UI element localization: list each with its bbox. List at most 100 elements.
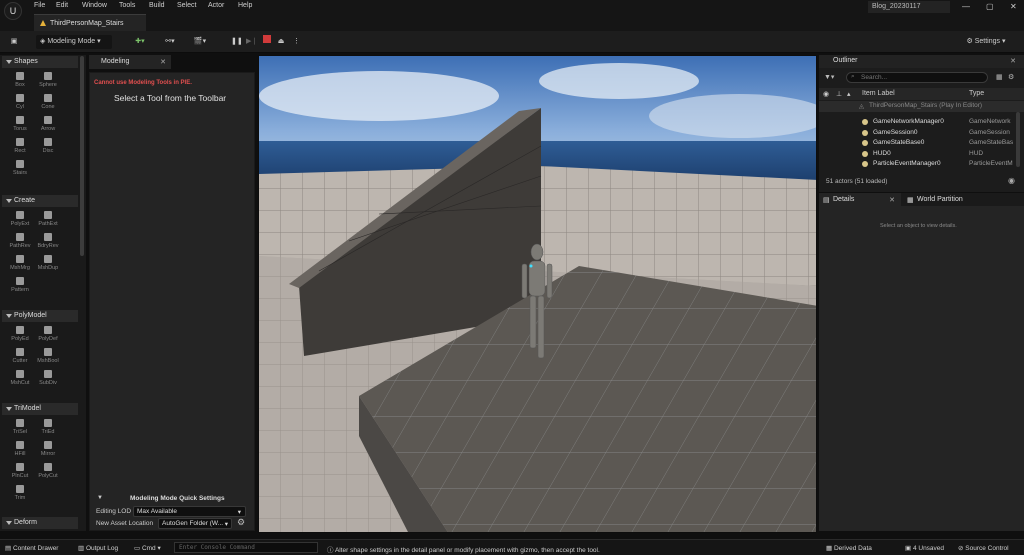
menu-window[interactable]: Window (82, 2, 107, 9)
menu-build[interactable]: Build (149, 2, 165, 9)
step-icon[interactable]: ▶❘ (246, 35, 257, 49)
tool-plncut[interactable]: PlnCut (5, 463, 35, 485)
tool-rect[interactable]: Rect (5, 138, 35, 160)
tab-outliner[interactable]: Outliner ✕ (819, 55, 1024, 68)
tab-modeling[interactable]: Modeling ✕ (89, 55, 171, 69)
outliner-row[interactable]: HUD0 HUD (819, 149, 1024, 159)
cmd-dropdown[interactable]: ▭ Cmd ▾ (134, 544, 161, 552)
collapse-icon[interactable]: ▼ (97, 495, 103, 501)
menu-edit[interactable]: Edit (56, 2, 68, 9)
search-placeholder: Search... (861, 74, 888, 81)
tool-trisel[interactable]: TriSel (5, 419, 35, 441)
save-icon[interactable]: ▣ (8, 35, 20, 49)
menu-tools[interactable]: Tools (119, 2, 135, 9)
palette-scrollbar[interactable] (80, 56, 84, 256)
section-trimodel[interactable]: TriModel (2, 403, 78, 415)
unreal-logo-icon[interactable]: U (4, 2, 22, 20)
close-tab-icon[interactable]: ✕ (1010, 57, 1016, 65)
stop-icon[interactable] (262, 35, 272, 49)
mshmrg-icon (16, 255, 24, 263)
add-actor-icon[interactable]: ✚▾ (130, 35, 150, 49)
settings-button[interactable]: ⚙ Settings ▾ (966, 35, 1006, 49)
outliner-row[interactable]: ParticleEventManager0 ParticleEventM (819, 159, 1024, 169)
tool-mshbool[interactable]: MshBool (33, 348, 63, 370)
pattern-icon (16, 277, 24, 285)
tool-polyed[interactable]: PolyEd (5, 326, 35, 348)
content-drawer-button[interactable]: ▤ Content Drawer (5, 544, 58, 552)
close-icon[interactable]: ✕ (1010, 2, 1017, 11)
level-viewport[interactable] (258, 55, 817, 533)
more-options-icon[interactable]: ⋮ (293, 35, 300, 49)
tab-world-partition[interactable]: ▦ World Partition (903, 193, 993, 206)
tool-hfill[interactable]: HFill (5, 441, 35, 463)
outliner-root-row[interactable]: ◬ ThirdPersonMap_Stairs (Play In Editor) (819, 101, 1024, 112)
section-deform[interactable]: Deform (2, 517, 78, 529)
tool-trim[interactable]: Trim (5, 485, 35, 507)
tab-details[interactable]: ▤ Details ✕ (819, 193, 901, 206)
outliner-row[interactable]: GameNetworkManager0 GameNetwork (819, 117, 1024, 127)
tool-sphere[interactable]: Sphere (33, 72, 63, 94)
column-type[interactable]: Type (969, 90, 984, 97)
tool-arrow[interactable]: Arrow (33, 116, 63, 138)
derived-data-button[interactable]: ▦ Derived Data (826, 544, 872, 552)
tool-polyext[interactable]: PolyExt (5, 211, 35, 233)
mode-dropdown[interactable]: ◈ Modeling Mode ▾ (36, 35, 112, 49)
tab-level[interactable]: ThirdPersonMap_Stairs (34, 14, 146, 31)
outliner-search-input[interactable]: ⌕ Search... (846, 72, 988, 83)
tool-pathext[interactable]: PathExt (33, 211, 63, 233)
tool-mshmrg[interactable]: MshMrg (5, 255, 35, 277)
maximize-icon[interactable]: ▢ (986, 2, 994, 11)
editing-lod-dropdown[interactable]: Max Available ▾ (133, 506, 246, 517)
blueprint-icon[interactable]: ⚯▾ (160, 35, 180, 49)
tool-stairs[interactable]: Stairs (5, 160, 35, 182)
tool-tried[interactable]: TriEd (33, 419, 63, 441)
tool-mshdup[interactable]: MshDup (33, 255, 63, 277)
menu-select[interactable]: Select (177, 2, 196, 9)
tool-pathrev[interactable]: PathRev (5, 233, 35, 255)
cinematics-icon[interactable]: 🎬▾ (190, 35, 210, 49)
section-polymodel[interactable]: PolyModel (2, 310, 78, 322)
outliner-scrollbar[interactable] (1016, 112, 1020, 167)
tool-mirror[interactable]: Mirror (33, 441, 63, 463)
tool-subdiv[interactable]: SubDiv (33, 370, 63, 392)
tool-polycut[interactable]: PolyCut (33, 463, 63, 485)
unsaved-button[interactable]: ▣ 4 Unsaved (905, 544, 944, 552)
column-item-label[interactable]: Item Label (862, 90, 895, 97)
output-log-button[interactable]: ▥ Output Log (78, 544, 118, 552)
gear-icon[interactable]: ⚙ (1008, 73, 1014, 81)
view-options-icon[interactable]: ◉ (1008, 176, 1015, 185)
close-tab-icon[interactable]: ✕ (160, 58, 166, 66)
console-input[interactable]: Enter Console Command (174, 542, 318, 553)
outliner-row[interactable]: GameSession0 GameSession (819, 128, 1024, 138)
tool-torus[interactable]: Torus (5, 116, 35, 138)
minimize-icon[interactable]: — (962, 2, 970, 11)
menu-file[interactable]: File (34, 2, 45, 9)
pause-icon[interactable]: ❚❚ (231, 35, 243, 49)
asset-location-dropdown[interactable]: AutoGen Folder (W... ▾ (158, 518, 232, 529)
pin-icon[interactable]: ⊥ (836, 90, 842, 98)
source-control-button[interactable]: ⊘ Source Control (958, 544, 1009, 552)
sort-icon[interactable]: ▴ (847, 90, 851, 98)
menu-help[interactable]: Help (238, 2, 252, 9)
level-icon (40, 20, 46, 26)
section-shapes[interactable]: Shapes (2, 56, 78, 68)
tool-bdryrev[interactable]: BdryRev (33, 233, 63, 255)
tool-disc[interactable]: Disc (33, 138, 63, 160)
close-tab-icon[interactable]: ✕ (889, 196, 895, 204)
filter-icon[interactable]: ▼▾ (824, 73, 834, 81)
tool-cyl[interactable]: Cyl (5, 94, 35, 116)
tool-cutter[interactable]: Cutter (5, 348, 35, 370)
chevron-down-icon: ▾ (224, 521, 228, 528)
tool-polydef[interactable]: PolyDef (33, 326, 63, 348)
eject-icon[interactable]: ⏏ (276, 35, 286, 49)
menu-actor[interactable]: Actor (208, 2, 224, 9)
tool-cone[interactable]: Cone (33, 94, 63, 116)
eye-icon[interactable]: ◉ (823, 90, 829, 98)
gear-icon[interactable]: ⚙ (237, 517, 245, 528)
tool-box[interactable]: Box (5, 72, 35, 94)
add-folder-icon[interactable]: ▦ (996, 73, 1003, 81)
section-create[interactable]: Create (2, 195, 78, 207)
tool-mshcut[interactable]: MshCut (5, 370, 35, 392)
outliner-row[interactable]: GameStateBase0 GameStateBas (819, 138, 1024, 148)
tool-pattern[interactable]: Pattern (5, 277, 35, 299)
